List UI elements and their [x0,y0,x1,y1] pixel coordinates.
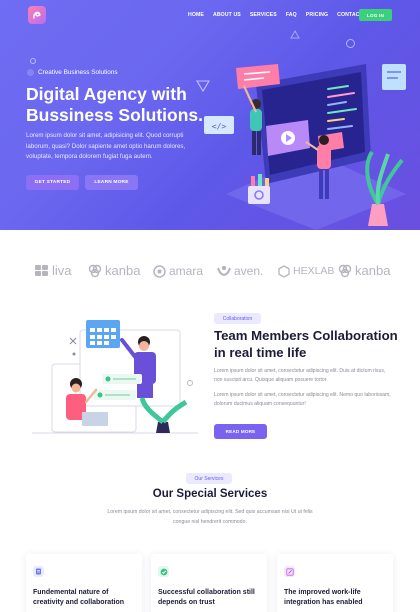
logo-icon [33,11,41,19]
nav-home[interactable]: HOME [188,12,204,18]
login-button[interactable]: LOG IN [359,9,392,21]
brand-logo[interactable] [28,6,46,24]
collaboration-title: Team Members Collaboration in real time … [214,328,398,360]
collaboration-illustration [32,320,198,434]
get-started-button[interactable]: GET STARTED [26,175,79,190]
service-card[interactable]: Fundemental nature of creativity and col… [26,554,142,612]
brand-name: kanba [105,263,141,278]
read-more-button[interactable]: READ MORE [214,424,267,439]
nav-pricing[interactable]: PRICING [306,12,328,18]
decor-triangle [290,30,300,39]
edit-icon [284,566,295,577]
nav-faq[interactable]: FAQ [286,12,297,18]
brand-name: liva [52,263,72,278]
eyebrow-dot-icon [27,69,34,76]
brand-name: aven. [234,264,264,278]
collaboration-paragraph-1: Lorem ipsum dolor sit amet, consectetur … [214,368,386,383]
brand-liva[interactable]: liva [35,262,72,280]
brand-amara[interactable]: amara [153,262,203,280]
service-card-title: Successful collaboration still depends o… [158,589,255,606]
hero-text: Lorem ipsum dolor sit amet, adipisicing … [26,132,186,160]
service-card[interactable]: The improved work-life integration has e… [277,554,393,612]
hexlab-logo-icon [278,264,290,278]
brand-name: HEXLAB [293,265,335,277]
aven-logo-icon [217,265,231,276]
brand-kanba-2[interactable]: kanba [338,262,390,280]
brand-kanba[interactable]: kanba [88,262,140,280]
brand-name: kanba [355,263,391,278]
brand-aven[interactable]: aven. [217,262,263,280]
service-card[interactable]: Successful collaboration still depends o… [151,554,267,612]
liva-logo-icon [35,265,48,276]
services-text: Lorem ipsum dolor sit amet, consectetur … [107,509,313,525]
service-card-title: The improved work-life integration has e… [284,589,363,606]
services-title: Our Special Services [152,488,268,500]
brand-name: amara [169,264,204,278]
collaboration-paragraph-2: Lorem ipsum dolor sit amet, consectetur … [214,392,391,407]
brand-hexlab[interactable]: HEXLAB [278,262,334,280]
hero-eyebrow: Creative Business Solutions [27,69,118,76]
service-card-title: Fundemental nature of creativity and col… [33,589,125,606]
learn-more-button[interactable]: LEARN MORE [85,175,138,190]
amara-logo-icon [153,264,166,278]
kanba-logo-icon [88,264,102,278]
page: HOME ABOUT US SERVICES FAQ PRICING CONTA… [0,0,420,612]
check-circle-icon [158,566,169,577]
hero-illustration: </> [204,64,406,230]
svg-text:</>: </> [212,122,227,131]
services-tag: Our Services [186,473,232,484]
hero-section: HOME ABOUT US SERVICES FAQ PRICING CONTA… [0,0,420,230]
document-icon [33,566,44,577]
brand-logos: liva kanba amara aven. HEXLAB kanba [0,262,420,280]
main-nav: HOME ABOUT US SERVICES FAQ PRICING CONTA… [188,12,372,18]
kanba-logo-icon [338,264,352,278]
nav-about-us[interactable]: ABOUT US [213,12,241,18]
decor-circle [187,380,193,386]
decor-circle [30,58,36,64]
collaboration-tag: Collaboration [214,313,261,324]
hero-eyebrow-text: Creative Business Solutions [38,69,118,76]
nav-services[interactable]: SERVICES [250,12,277,18]
